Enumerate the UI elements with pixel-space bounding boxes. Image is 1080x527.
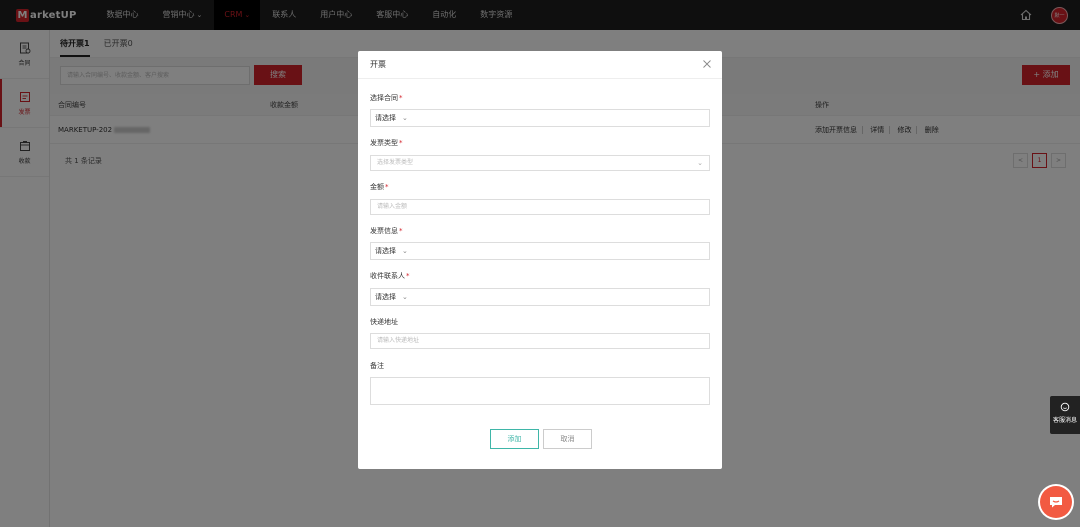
select-value: 请选择 [375,293,396,301]
receiver-label: 收件联系人* [370,271,410,281]
chevron-down-icon: ⌄ [697,159,703,167]
label-text: 选择合同 [370,94,398,102]
select-value: 请选择 [375,247,396,255]
invoice-type-select[interactable]: 选择发票类型 ⌄ [370,155,710,171]
customer-service-label: 客服消息 [1052,417,1077,424]
invoice-type-label: 发票类型* [370,138,403,148]
invoice-info-select[interactable]: 请选择 ⌄ [370,242,710,260]
select-placeholder: 选择发票类型 [377,159,414,166]
required-mark: * [399,94,403,102]
invoice-modal: 开票 选择合同* 请选择 ⌄ 发票类型* 选择发票类型 ⌄ 金额* 请输入金额 发票… [358,51,722,469]
modal-header: 开票 [358,51,722,79]
required-mark: * [399,139,403,147]
chat-bubble-button[interactable] [1040,486,1072,518]
close-icon[interactable] [702,59,712,69]
chevron-down-icon: ⌄ [402,293,408,301]
amount-label: 金额* [370,182,389,192]
customer-service-tab[interactable]: 客服消息 [1050,396,1080,434]
address-label: 快递地址 [370,317,398,327]
required-mark: * [385,183,389,191]
chevron-down-icon: ⌄ [402,247,408,255]
receiver-select[interactable]: 请选择 ⌄ [370,288,710,306]
label-text: 收件联系人 [370,272,405,280]
contract-select[interactable]: 请选择 ⌄ [370,109,710,127]
invoice-info-label: 发票信息* [370,226,403,236]
label-text: 发票信息 [370,227,398,235]
select-value: 请选择 [375,114,396,122]
add-confirm-button[interactable]: 添加 [490,429,539,449]
label-text: 金额 [370,183,384,191]
label-text: 备注 [370,362,384,370]
chevron-down-icon: ⌄ [402,114,408,122]
remark-textarea[interactable] [370,377,710,405]
contract-label: 选择合同* [370,93,403,103]
remark-label: 备注 [370,361,384,371]
address-input[interactable]: 请输入快递地址 [370,333,710,349]
label-text: 发票类型 [370,139,398,147]
required-mark: * [399,227,403,235]
chat-icon [1060,402,1070,412]
chat-bubble-icon [1050,497,1062,508]
modal-title: 开票 [370,60,386,69]
amount-input[interactable]: 请输入金额 [370,199,710,215]
cancel-button[interactable]: 取消 [543,429,592,449]
required-mark: * [406,272,410,280]
label-text: 快递地址 [370,318,398,326]
